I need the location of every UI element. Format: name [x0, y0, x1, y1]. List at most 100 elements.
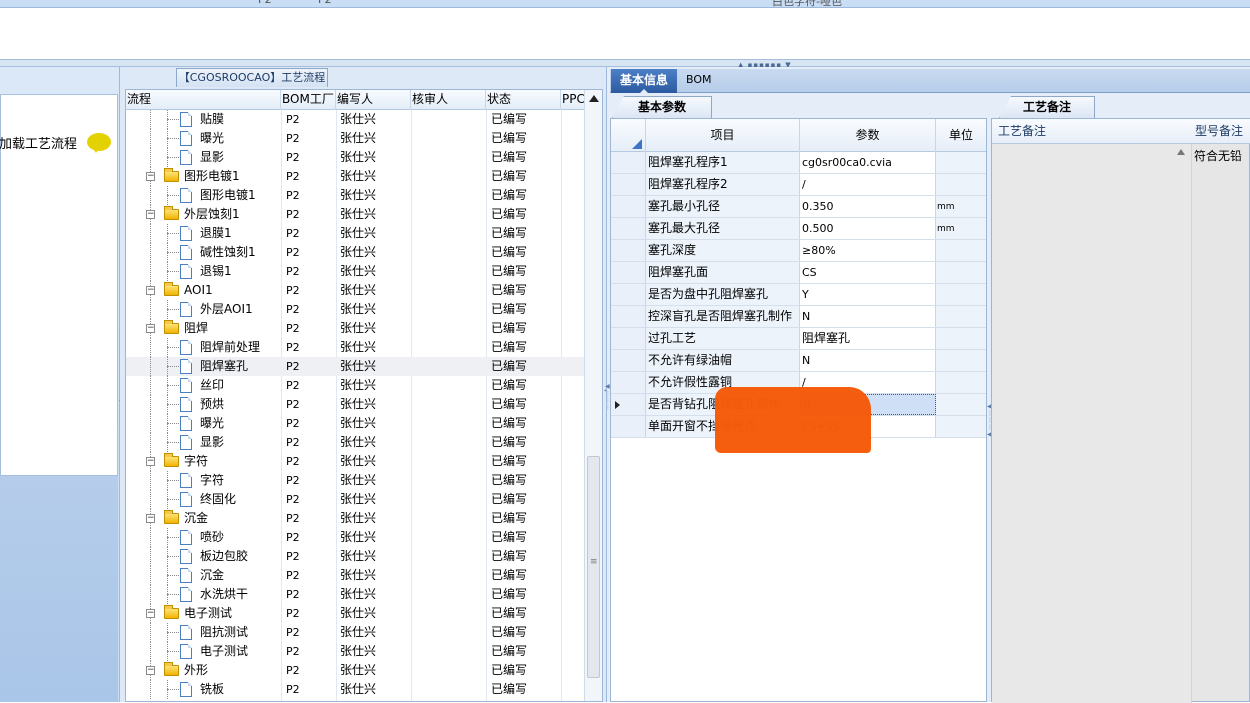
row-indicator[interactable]: [611, 350, 646, 371]
row-indicator[interactable]: [611, 328, 646, 349]
col-header-writer[interactable]: 编写人: [336, 90, 411, 110]
flow-row[interactable]: 阻抗测试 P2 张仕兴 已编写: [126, 623, 584, 642]
flow-row[interactable]: 丝印 P2 张仕兴 已编写: [126, 376, 584, 395]
col-header-flow[interactable]: 流程: [126, 90, 281, 110]
flow-row[interactable]: 喷砂 P2 张仕兴 已编写: [126, 528, 584, 547]
row-indicator[interactable]: [611, 196, 646, 217]
flow-row[interactable]: 曝光 P2 张仕兴 已编写: [126, 129, 584, 148]
flow-row[interactable]: − 沉金 P2 张仕兴 已编写: [126, 509, 584, 528]
row-indicator[interactable]: [611, 284, 646, 305]
param-value-cell[interactable]: N: [800, 350, 936, 371]
flow-row[interactable]: 阻焊塞孔 P2 张仕兴 已编写: [126, 357, 584, 376]
flow-scrollbar[interactable]: [584, 90, 602, 701]
flow-row[interactable]: − 阻焊 P2 张仕兴 已编写: [126, 319, 584, 338]
flow-row[interactable]: − 电子测试 P2 张仕兴 已编写: [126, 604, 584, 623]
tab-process-remarks[interactable]: 工艺备注: [999, 96, 1095, 118]
writer-cell: 张仕兴: [340, 435, 377, 449]
flow-row[interactable]: 电子测试 P2 张仕兴 已编写: [126, 642, 584, 661]
param-row[interactable]: 不允许有绿油帽 N: [611, 350, 986, 372]
col-header-ppc[interactable]: PPC: [561, 90, 585, 110]
row-indicator[interactable]: [611, 262, 646, 283]
row-indicator[interactable]: [611, 218, 646, 239]
col-header-process-remark[interactable]: 工艺备注: [998, 119, 1046, 144]
flow-row[interactable]: − 图形电镀1 P2 张仕兴 已编写: [126, 167, 584, 186]
process-remark-textarea[interactable]: [992, 144, 1192, 703]
row-indicator[interactable]: [611, 240, 646, 261]
flow-row[interactable]: 贴膜 P2 张仕兴 已编写: [126, 110, 584, 129]
flow-row[interactable]: 水洗烘干 P2 张仕兴 已编写: [126, 585, 584, 604]
row-indicator[interactable]: [611, 394, 646, 415]
tab-basic-params[interactable]: 基本参数: [612, 96, 712, 118]
collapse-icon[interactable]: −: [146, 514, 155, 523]
row-indicator[interactable]: [611, 416, 646, 437]
row-indicator[interactable]: [611, 174, 646, 195]
tab-basic-info[interactable]: 基本信息: [611, 69, 677, 94]
row-indicator[interactable]: [611, 152, 646, 173]
param-row[interactable]: 是否为盘中孔阻焊塞孔 Y: [611, 284, 986, 306]
param-row[interactable]: 阻焊塞孔程序2/: [611, 174, 986, 196]
flow-row[interactable]: 外层AOI1 P2 张仕兴 已编写: [126, 300, 584, 319]
col-header-unit[interactable]: 单位: [936, 119, 986, 152]
collapse-grip-icon[interactable]: ◀ ⋮ ⋮ ⋮: [605, 383, 611, 411]
collapse-icon[interactable]: −: [146, 286, 155, 295]
flow-row[interactable]: 图形电镀1 P2 张仕兴 已编写: [126, 186, 584, 205]
grid-corner-icon[interactable]: [611, 119, 646, 152]
flow-row[interactable]: 字符 P2 张仕兴 已编写: [126, 471, 584, 490]
remark-scrollbar[interactable]: [1176, 149, 1188, 702]
flow-row[interactable]: 铣板 P2 张仕兴 已编写: [126, 680, 584, 699]
collapse-icon[interactable]: −: [146, 666, 155, 675]
flow-row[interactable]: − 外形 P2 张仕兴 已编写: [126, 661, 584, 680]
param-value-cell[interactable]: /: [800, 174, 936, 195]
param-value-cell[interactable]: cg0sr00ca0.cvia: [800, 152, 936, 173]
speech-bubble-icon[interactable]: [87, 133, 111, 153]
flow-row[interactable]: − AOI1 P2 张仕兴 已编写: [126, 281, 584, 300]
load-process-flow-label[interactable]: 加载工艺流程: [0, 133, 77, 152]
collapse-icon[interactable]: −: [146, 172, 155, 181]
model-remark-value[interactable]: 符合无铅: [1194, 147, 1242, 164]
flow-row[interactable]: − 字符 P2 张仕兴 已编写: [126, 452, 584, 471]
flow-row[interactable]: 阻焊前处理 P2 张仕兴 已编写: [126, 338, 584, 357]
tab-bom[interactable]: BOM: [686, 69, 712, 93]
param-row[interactable]: 塞孔最小孔径 0.350 mm: [611, 196, 986, 218]
collapse-icon[interactable]: −: [146, 457, 155, 466]
col-header-param[interactable]: 参数: [800, 119, 936, 152]
param-value-cell[interactable]: N: [800, 306, 936, 327]
collapse-icon[interactable]: −: [146, 210, 155, 219]
flow-row[interactable]: 板边包胶 P2 张仕兴 已编写: [126, 547, 584, 566]
param-row[interactable]: 塞孔深度 ≥80%: [611, 240, 986, 262]
col-header-reviewer[interactable]: 核审人: [411, 90, 486, 110]
param-row[interactable]: 控深盲孔是否阻焊塞孔制作 N: [611, 306, 986, 328]
col-header-status[interactable]: 状态: [486, 90, 561, 110]
flow-row[interactable]: 显影 P2 张仕兴 已编写: [126, 433, 584, 452]
row-indicator[interactable]: [611, 372, 646, 393]
flow-row[interactable]: 显影 P2 张仕兴 已编写: [126, 148, 584, 167]
flow-row[interactable]: 碱性蚀刻1 P2 张仕兴 已编写: [126, 243, 584, 262]
param-value-cell[interactable]: 0.350: [800, 196, 936, 217]
collapse-icon[interactable]: −: [146, 609, 155, 618]
flow-row[interactable]: 退膜1 P2 张仕兴 已编写: [126, 224, 584, 243]
param-value-cell[interactable]: CS: [800, 262, 936, 283]
row-indicator[interactable]: [611, 306, 646, 327]
param-value-cell[interactable]: 0.500: [800, 218, 936, 239]
flow-row[interactable]: − 外层蚀刻1 P2 张仕兴 已编写: [126, 205, 584, 224]
scroll-thumb[interactable]: [587, 456, 600, 678]
param-value-cell[interactable]: 阻焊塞孔: [800, 328, 936, 349]
flow-row[interactable]: 终固化 P2 张仕兴 已编写: [126, 490, 584, 509]
flow-row[interactable]: 曝光 P2 张仕兴 已编写: [126, 414, 584, 433]
horizontal-splitter[interactable]: ▲ ▪▪▪▪▪▪ ▼: [0, 59, 1250, 69]
flow-row[interactable]: 沉金 P2 张仕兴 已编写: [126, 566, 584, 585]
param-row[interactable]: 塞孔最大孔径 0.500 mm: [611, 218, 986, 240]
param-row[interactable]: 阻焊塞孔程序1 cg0sr00ca0.cvia: [611, 152, 986, 174]
flow-row[interactable]: 预烘 P2 张仕兴 已编写: [126, 395, 584, 414]
param-value-cell[interactable]: ≥80%: [800, 240, 936, 261]
scroll-up-icon[interactable]: [1177, 149, 1185, 155]
param-row[interactable]: 阻焊塞孔面 CS: [611, 262, 986, 284]
col-header-item[interactable]: 项目: [646, 119, 800, 152]
collapse-icon[interactable]: −: [146, 324, 155, 333]
param-value-cell[interactable]: Y: [800, 284, 936, 305]
col-header-bom-factory[interactable]: BOM工厂: [281, 90, 336, 110]
scroll-up-icon[interactable]: [589, 95, 599, 102]
flow-row[interactable]: 退锡1 P2 张仕兴 已编写: [126, 262, 584, 281]
col-header-model-remark[interactable]: 型号备注: [1195, 119, 1243, 144]
param-row[interactable]: 过孔工艺 阻焊塞孔: [611, 328, 986, 350]
